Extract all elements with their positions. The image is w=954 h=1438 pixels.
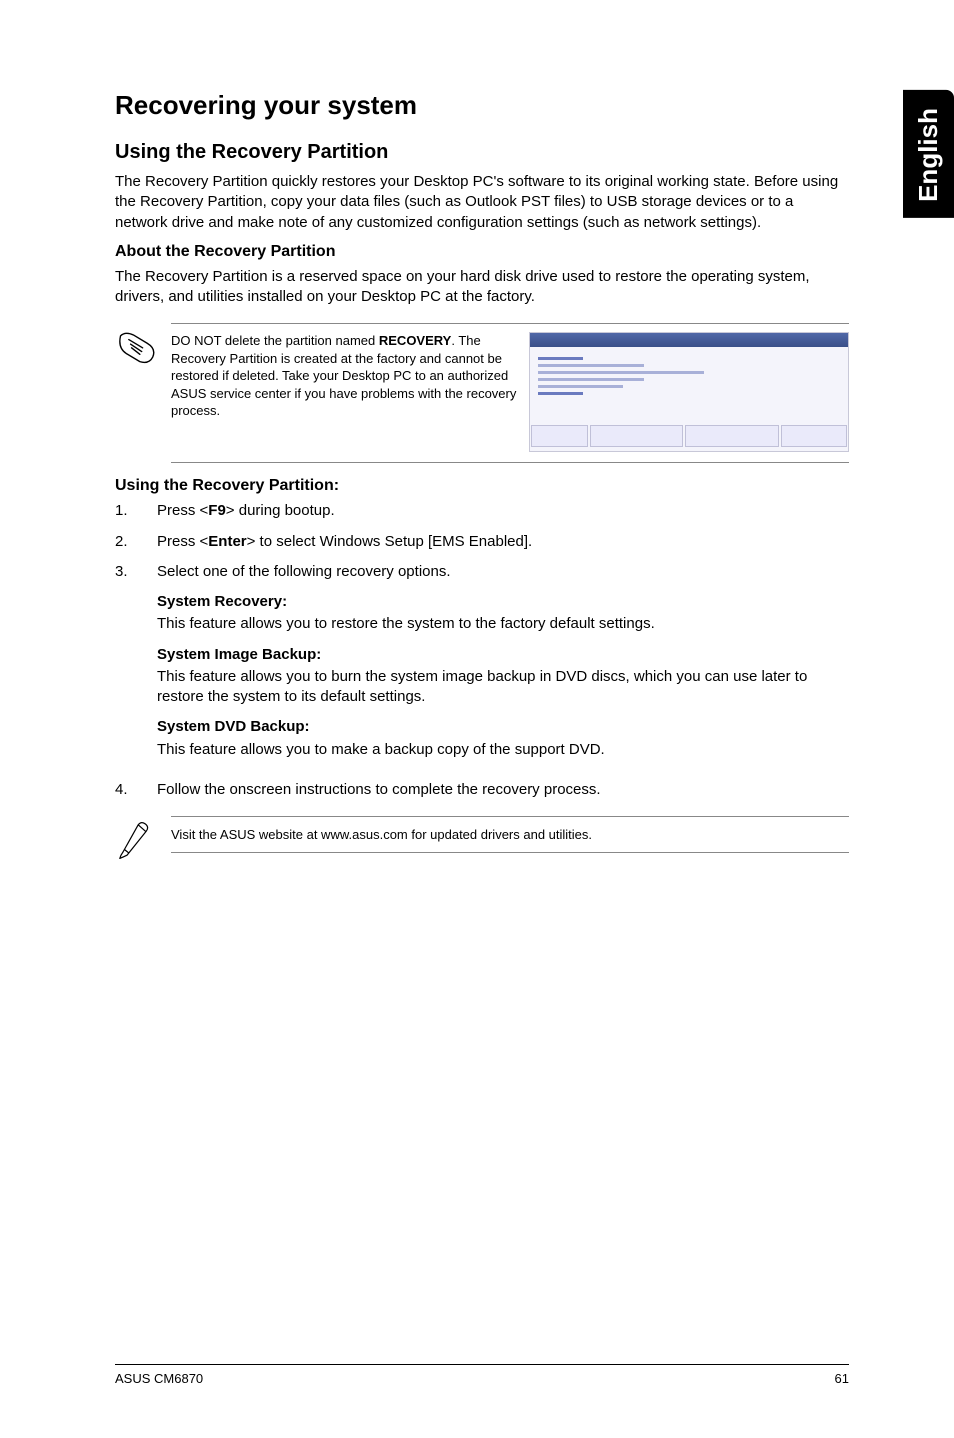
page-title: Recovering your system — [115, 90, 849, 121]
footer-product: ASUS CM6870 — [115, 1371, 203, 1386]
hand-icon — [115, 323, 171, 374]
pencil-icon — [115, 816, 171, 865]
step-content: Press <F9> during bootup. — [157, 501, 849, 521]
steps-list: 1. Press <F9> during bootup. 2. Press <E… — [115, 501, 849, 800]
sub-body: This feature allows you to burn the syst… — [157, 667, 849, 708]
step-content: Follow the onscreen instructions to comp… — [157, 780, 849, 800]
step-content: Select one of the following recovery opt… — [157, 562, 849, 770]
caution-text: DO NOT delete the partition named RECOVE… — [171, 332, 517, 420]
section-heading-recovery-partition: Using the Recovery Partition — [115, 141, 849, 164]
list-item: 3. Select one of the following recovery … — [115, 562, 849, 770]
step-number: 3. — [115, 562, 157, 770]
about-body: The Recovery Partition is a reserved spa… — [115, 267, 849, 308]
tip-text: Visit the ASUS website at www.asus.com f… — [171, 816, 849, 853]
sub-option: System Recovery: This feature allows you… — [157, 592, 849, 635]
page-body: Recovering your system Using the Recover… — [0, 0, 954, 865]
tip-note: Visit the ASUS website at www.asus.com f… — [115, 816, 849, 865]
about-heading: About the Recovery Partition — [115, 243, 849, 261]
intro-paragraph: The Recovery Partition quickly restores … — [115, 172, 849, 233]
footer-page-number: 61 — [835, 1371, 849, 1386]
sub-option: System Image Backup: This feature allows… — [157, 645, 849, 708]
step-number: 2. — [115, 532, 157, 552]
sub-title: System Recovery: — [157, 592, 849, 612]
sub-body: This feature allows you to restore the s… — [157, 614, 849, 634]
language-tab: English — [903, 90, 954, 218]
sub-body: This feature allows you to make a backup… — [157, 740, 849, 760]
screenshot-thumbnail — [529, 332, 849, 452]
sub-option: System DVD Backup: This feature allows y… — [157, 717, 849, 760]
step-number: 4. — [115, 780, 157, 800]
caution-note: DO NOT delete the partition named RECOVE… — [115, 323, 849, 463]
step-content: Press <Enter> to select Windows Setup [E… — [157, 532, 849, 552]
steps-heading: Using the Recovery Partition: — [115, 477, 849, 495]
sub-title: System Image Backup: — [157, 645, 849, 665]
list-item: 4. Follow the onscreen instructions to c… — [115, 780, 849, 800]
step-number: 1. — [115, 501, 157, 521]
list-item: 1. Press <F9> during bootup. — [115, 501, 849, 521]
page-footer: ASUS CM6870 61 — [115, 1364, 849, 1386]
sub-title: System DVD Backup: — [157, 717, 849, 737]
list-item: 2. Press <Enter> to select Windows Setup… — [115, 532, 849, 552]
